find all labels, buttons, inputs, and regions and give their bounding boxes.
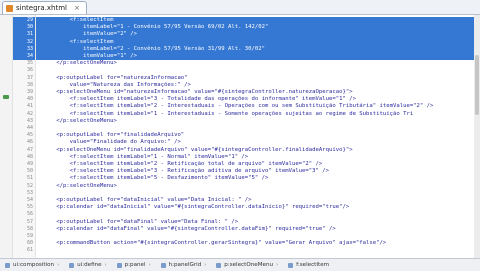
line-number: 39 — [26, 89, 33, 95]
overview-ruler[interactable] — [0, 15, 13, 258]
line-number: 38 — [26, 81, 33, 88]
line-number: 43 — [26, 117, 33, 124]
code-line[interactable]: value="Natureza das Informações:" /> — [36, 82, 191, 89]
line-number: 47 — [26, 146, 33, 153]
line-number: 60 — [26, 240, 33, 247]
line-number: 57 — [26, 218, 33, 225]
line-number: 32 — [26, 38, 33, 45]
chevron-right-icon: › — [104, 262, 107, 268]
line-number: 56 — [26, 211, 33, 218]
code-line[interactable]: <f:selectItem itemLabel="1 - Interestadu… — [36, 111, 414, 118]
chevron-right-icon: › — [276, 262, 279, 268]
code-editor[interactable]: <f:selectItem itemLabel="1 - Convênio 57… — [36, 15, 474, 258]
code-line[interactable]: itemValue="2" /> — [36, 31, 474, 39]
breadcrumb-label: ui:composition — [13, 262, 55, 268]
line-number: 37 — [26, 74, 33, 81]
code-line[interactable]: itemValue="1" /> — [36, 53, 474, 61]
line-number: 36 — [26, 67, 33, 74]
xml-tag-icon — [69, 262, 75, 268]
breadcrumb-label: f:selectItem — [296, 262, 330, 268]
tab-sintegra-xhtml[interactable]: sintegra.xhtml × — [2, 1, 87, 14]
code-line[interactable]: <p:commandButton action="#{sintegraContr… — [36, 240, 386, 247]
line-number: 45 — [26, 132, 33, 139]
xml-tag-icon — [5, 262, 10, 268]
line-number: 44 — [26, 125, 33, 131]
code-line[interactable]: <f:selectItem itemLabel="5 - Desfaziment… — [36, 175, 269, 182]
breadcrumb-label: p:selectOneMenu — [224, 262, 274, 268]
code-line[interactable]: <f:selectItem itemLabel="2 - Interestadu… — [36, 103, 434, 110]
code-line[interactable]: <f:selectItem — [36, 38, 474, 46]
breadcrumb-item[interactable]: f:selectItem — [283, 262, 334, 268]
code-line[interactable]: <f:selectItem itemLabel="2 - Retificação… — [36, 161, 323, 168]
breadcrumb: ui:composition › ui:define › p:panel › h:panel… — [0, 258, 480, 271]
code-line[interactable]: <p:calendar id="dataInicial" value="#{si… — [36, 204, 349, 211]
line-number: 35 — [26, 60, 33, 67]
line-number: 58 — [26, 225, 33, 232]
line-number: 54 — [26, 197, 33, 203]
line-number: 50 — [26, 168, 33, 175]
line-number: 55 — [26, 204, 33, 211]
chevron-right-icon: › — [204, 262, 207, 268]
line-number: 53 — [26, 189, 33, 196]
marker-icon — [3, 95, 9, 99]
breadcrumb-item[interactable]: ui:composition › — [0, 262, 64, 268]
chevron-right-icon: › — [57, 262, 60, 268]
chevron-right-icon: › — [148, 262, 151, 268]
line-number: 30 — [26, 24, 33, 31]
code-line[interactable]: <p:outputLabel for="finalidadeArquivo" — [36, 132, 184, 139]
xhtml-file-icon — [6, 4, 13, 12]
breadcrumb-item[interactable]: p:selectOneMenu › — [211, 262, 283, 268]
code-line[interactable]: <p:selectOneMenu id="finalidadeArquivo" … — [36, 147, 352, 154]
close-tab-icon[interactable]: × — [74, 4, 80, 12]
code-line[interactable]: </p:selectOneMenu> — [36, 60, 117, 67]
breadcrumb-item[interactable]: p:panel › — [112, 262, 156, 268]
line-number: 29 — [26, 17, 33, 23]
line-number: 31 — [26, 31, 33, 38]
xml-tag-icon — [160, 262, 166, 268]
line-number-gutter: 29 30 31 32 33 34 35 36 37 38 39 40 41 42 43 44 45 46 47 48… — [13, 15, 36, 258]
breadcrumb-label: ui:define — [77, 262, 102, 268]
editor-tab-bar: sintegra.xhtml × — [0, 0, 480, 15]
line-number: 59 — [26, 233, 33, 239]
line-number: 34 — [26, 53, 33, 59]
line-number: 51 — [26, 175, 33, 182]
code-line[interactable]: itemLabel="1 - Convênio 57/95 Versão 69/… — [36, 24, 474, 32]
code-line[interactable]: <f:selectItem itemLabel="3 - Retificação… — [36, 168, 329, 175]
code-line[interactable]: itemLabel="2 - Convênio 57/95 Versão 31/… — [36, 45, 474, 53]
line-number: 49 — [26, 161, 33, 167]
breadcrumb-label: p:panel — [124, 262, 146, 268]
breadcrumb-label: h:panelGrid — [168, 262, 202, 268]
code-line[interactable]: <p:selectOneMenu id="naturezaInformacao"… — [36, 89, 352, 96]
line-number: 52 — [26, 182, 33, 189]
line-number: 40 — [26, 96, 33, 103]
vertical-scrollbar[interactable] — [474, 15, 480, 258]
line-number: 41 — [26, 103, 33, 110]
tab-title: sintegra.xhtml — [16, 4, 68, 12]
code-line[interactable]: value="Finalidade do Arquivo:" /> — [36, 139, 181, 146]
line-number: 42 — [26, 110, 33, 117]
code-line[interactable]: <p:outputLabel for="dataInicial" value="… — [36, 197, 251, 204]
xml-tag-icon — [288, 262, 294, 268]
breadcrumb-item[interactable]: h:panelGrid › — [156, 262, 212, 268]
code-line[interactable]: </p:selectOneMenu> — [36, 118, 117, 125]
code-line[interactable]: <p:outputLabel for="naturezaInformacao" — [36, 75, 187, 82]
xml-tag-icon — [216, 262, 222, 268]
line-number: 61 — [26, 247, 33, 254]
code-line[interactable]: </p:selectOneMenu> — [36, 183, 117, 190]
breadcrumb-item[interactable]: ui:define › — [64, 262, 112, 268]
line-number: 46 — [26, 139, 33, 146]
line-number: 33 — [26, 45, 33, 52]
xml-tag-icon — [116, 262, 122, 268]
code-line[interactable]: <f:selectItem itemLabel="1 - Normal" ite… — [36, 154, 249, 161]
code-line[interactable]: <p:calendar id="dataFinal" value="#{sint… — [36, 226, 336, 233]
line-number: 48 — [26, 153, 33, 160]
code-line[interactable]: <p:outputLabel for="dataFinal" value="Da… — [36, 219, 238, 226]
scrollbar-thumb[interactable] — [475, 55, 479, 115]
